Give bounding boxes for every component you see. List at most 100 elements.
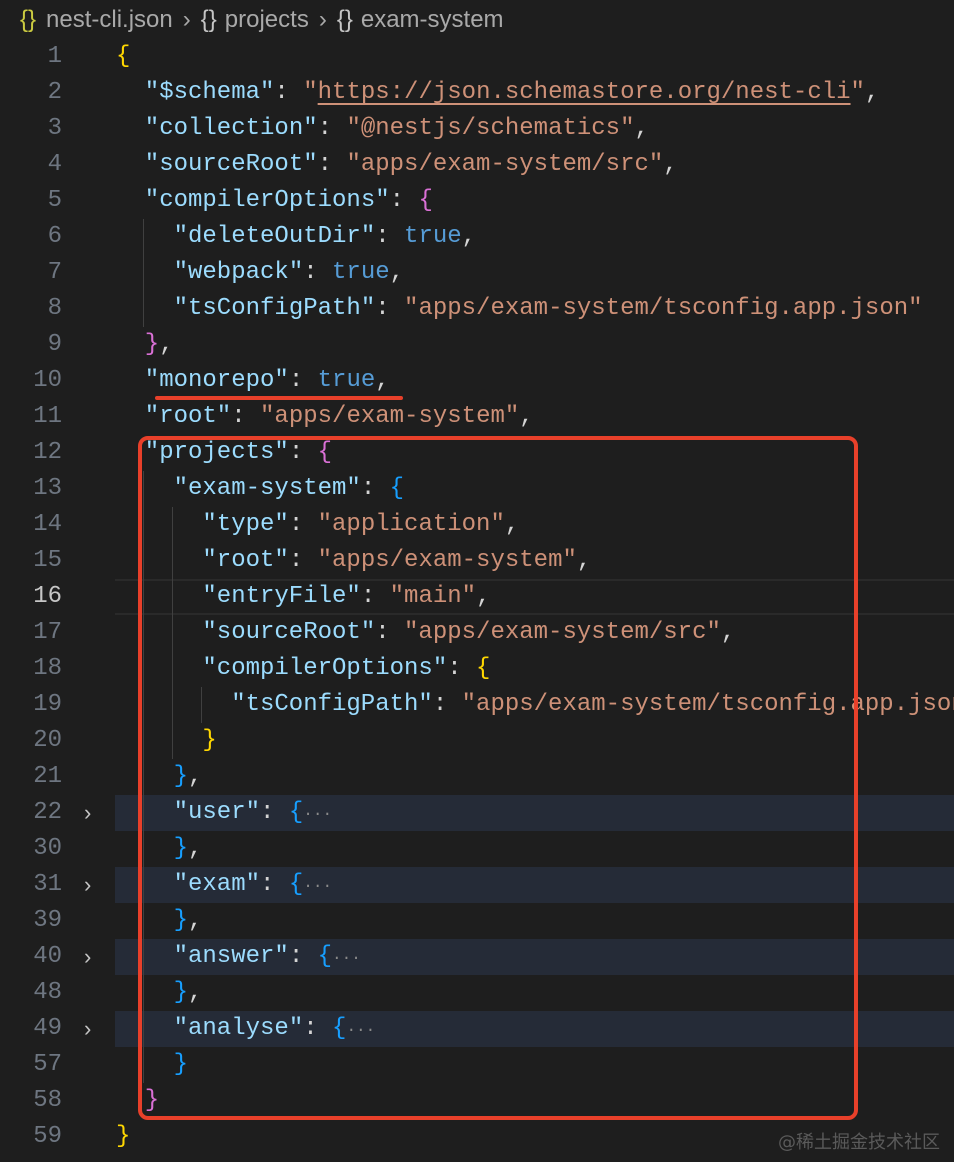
code-text: "root": "apps/exam-system",: [145, 399, 534, 435]
json-punctuation: :: [317, 115, 347, 142]
line-number: 30: [33, 835, 62, 862]
code-line[interactable]: 11 "root": "apps/exam-system",: [0, 399, 954, 435]
line-number: 6: [47, 223, 62, 250]
json-punctuation: :: [389, 187, 419, 214]
json-punctuation: ,: [159, 331, 174, 358]
code-line[interactable]: 9},: [0, 327, 954, 363]
line-number: 9: [47, 331, 62, 358]
json-boolean: true: [317, 367, 376, 394]
fold-chevron-icon[interactable]: ›: [84, 939, 91, 975]
line-number: 21: [33, 763, 62, 790]
json-key: "webpack": [173, 259, 304, 286]
json-punctuation: ,: [389, 259, 405, 286]
fold-chevron-icon[interactable]: ›: [84, 867, 91, 903]
code-line[interactable]: 5 "compilerOptions": {: [0, 183, 954, 219]
line-number: 18: [33, 655, 62, 682]
line-number: 57: [33, 1051, 62, 1078]
json-url[interactable]: https://json.schemastore.org/nest-cli: [318, 79, 851, 106]
line-number: 1: [47, 43, 62, 70]
object-icon: {}: [200, 6, 217, 33]
json-punctuation: {: [116, 43, 131, 70]
code-line[interactable]: 2 "$schema": "https://json.schemastore.or…: [0, 75, 954, 111]
json-key: "tsConfigPath": [173, 295, 376, 322]
json-punctuation: ,: [864, 79, 880, 106]
json-string: "apps/exam-system": [260, 403, 520, 430]
json-punctuation: }: [144, 331, 160, 358]
code-text: }: [116, 1119, 130, 1155]
json-key: "compilerOptions": [144, 187, 390, 214]
json-punctuation: ,: [375, 367, 390, 394]
chevron-right-icon: ›: [182, 6, 191, 33]
line-number: 5: [47, 187, 62, 214]
json-punctuation: :: [317, 151, 347, 178]
json-file-icon: {}: [20, 6, 37, 33]
annotation-underline: [155, 396, 403, 400]
line-number: 7: [47, 259, 62, 286]
watermark: @稀土掘金技术社区: [778, 1132, 940, 1153]
json-punctuation: ,: [663, 151, 678, 178]
json-punctuation: ,: [461, 223, 477, 250]
fold-chevron-icon[interactable]: ›: [84, 795, 91, 831]
annotation-box: [138, 436, 858, 1120]
indent-guide: [143, 255, 144, 291]
line-number: 13: [33, 475, 62, 502]
json-boolean: true: [404, 223, 462, 250]
line-number: 10: [33, 367, 62, 394]
json-key: "collection": [144, 115, 318, 142]
json-punctuation: ,: [634, 115, 649, 142]
json-punctuation: :: [288, 367, 318, 394]
code-text: "sourceRoot": "apps/exam-system/src",: [145, 147, 678, 183]
json-string: "apps/exam-system/tsconfig.app.json": [404, 295, 923, 322]
code-line[interactable]: 8 "tsConfigPath": "apps/exam-system/tscon…: [0, 291, 954, 327]
json-key: "deleteOutDir": [173, 223, 376, 250]
code-text: },: [145, 327, 174, 363]
code-line[interactable]: 10 "monorepo": true,: [0, 363, 954, 399]
json-key: "root": [144, 403, 232, 430]
code-line[interactable]: 1{: [0, 39, 954, 75]
json-punctuation: }: [116, 1123, 131, 1150]
line-number: 15: [33, 547, 62, 574]
line-number: 19: [33, 691, 62, 718]
line-number: 8: [47, 295, 62, 322]
breadcrumb-item[interactable]: nest-cli.json: [46, 6, 173, 34]
fold-chevron-icon[interactable]: ›: [84, 1011, 91, 1047]
code-text: "tsConfigPath": "apps/exam-system/tsconf…: [174, 291, 923, 327]
line-number: 16: [33, 583, 62, 610]
code-text: "compilerOptions": {: [145, 183, 433, 219]
line-number: 14: [33, 511, 62, 538]
code-text: "collection": "@nestjs/schematics",: [145, 111, 649, 147]
code-line[interactable]: 7 "webpack": true,: [0, 255, 954, 291]
json-punctuation: :: [303, 259, 333, 286]
code-line[interactable]: 4 "sourceRoot": "apps/exam-system/src",: [0, 147, 954, 183]
breadcrumb-item[interactable]: projects: [225, 6, 309, 34]
json-punctuation: {: [418, 187, 433, 214]
code-text: {: [116, 39, 130, 75]
line-number: 59: [33, 1123, 62, 1150]
json-key: "sourceRoot": [144, 151, 318, 178]
line-number: 2: [47, 79, 62, 106]
breadcrumb-item[interactable]: exam-system: [361, 6, 504, 34]
line-number: 48: [33, 979, 62, 1006]
json-punctuation: :: [231, 403, 261, 430]
json-string: ": [303, 79, 318, 106]
line-number: 39: [33, 907, 62, 934]
json-boolean: true: [332, 259, 390, 286]
line-number: 49: [33, 1015, 62, 1042]
indent-guide: [143, 291, 144, 327]
line-number: 3: [47, 115, 62, 142]
json-punctuation: :: [375, 295, 405, 322]
code-text: "deleteOutDir": true,: [174, 219, 476, 255]
code-line[interactable]: 6 "deleteOutDir": true,: [0, 219, 954, 255]
line-number: 11: [33, 403, 62, 430]
line-number: 40: [33, 943, 62, 970]
line-number: 20: [33, 727, 62, 754]
json-key: "monorepo": [144, 367, 289, 394]
json-string: "@nestjs/schematics": [346, 115, 635, 142]
code-line[interactable]: 3 "collection": "@nestjs/schematics",: [0, 111, 954, 147]
json-punctuation: :: [375, 223, 405, 250]
line-number: 22: [33, 799, 62, 826]
object-icon: {}: [336, 6, 353, 33]
json-string: ": [850, 79, 865, 106]
line-number: 31: [33, 871, 62, 898]
chevron-right-icon: ›: [318, 6, 327, 33]
